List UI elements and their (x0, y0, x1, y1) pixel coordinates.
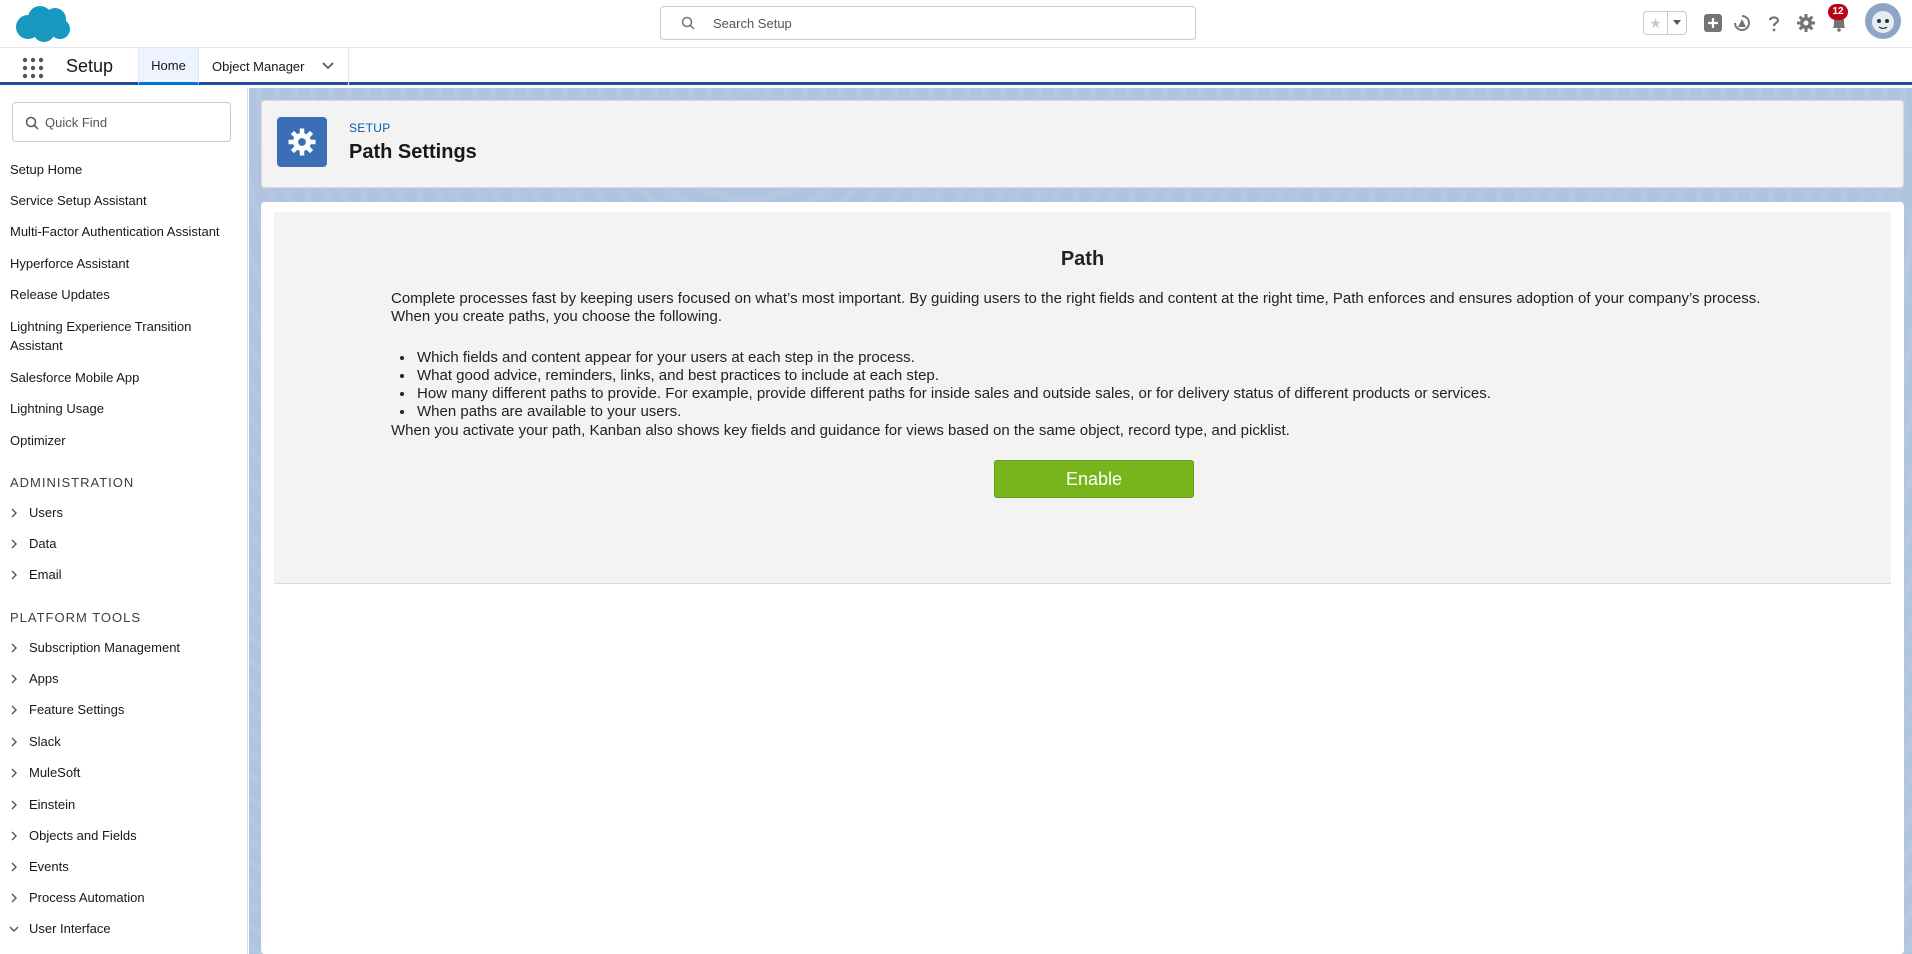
quick-find-box[interactable] (12, 102, 231, 142)
list-item: When paths are available to your users. (415, 403, 1815, 421)
setup-gear-icon (277, 117, 327, 167)
tab-home[interactable]: Home (138, 48, 199, 85)
sidebar-item-label: Einstein (29, 797, 76, 812)
sidebar-item-label: Apps (29, 671, 59, 686)
sidebar-item-feature-settings[interactable]: Feature Settings (8, 702, 124, 717)
sidebar-link-release-updates[interactable]: Release Updates (10, 285, 240, 304)
global-actions-add-icon[interactable] (1702, 12, 1724, 34)
global-header: ★ 12 (0, 0, 1912, 48)
sidebar-item-label: Data (29, 536, 57, 551)
sidebar-item-mulesoft[interactable]: MuleSoft (8, 765, 80, 780)
avatar[interactable] (1865, 3, 1901, 39)
chevron-right-icon[interactable] (8, 892, 20, 904)
sidebar-item-process-automation[interactable]: Process Automation (8, 890, 145, 905)
app-name: Setup (66, 56, 114, 76)
main-content-area: SETUP Path Settings Path Complete proces… (249, 88, 1912, 954)
quick-find-input[interactable] (45, 112, 225, 132)
chevron-right-icon[interactable] (8, 704, 20, 716)
sidebar-item-label: MuleSoft (29, 765, 81, 780)
sidebar-link-salesforce-mobile-app[interactable]: Salesforce Mobile App (10, 368, 240, 387)
path-options-list: Which fields and content appear for your… (415, 349, 1815, 421)
sidebar-link-service-setup-assistant[interactable]: Service Setup Assistant (10, 191, 240, 210)
sidebar-item-subscription-management[interactable]: Subscription Management (8, 640, 180, 655)
app-navigation-bar: Setup Home Object Manager (0, 48, 1912, 85)
sidebar-item-events[interactable]: Events (8, 859, 69, 874)
list-item: Which fields and content appear for your… (415, 349, 1815, 367)
tab-object-manager[interactable]: Object Manager (200, 48, 349, 85)
list-item: What good advice, reminders, links, and … (415, 367, 1815, 385)
sidebar-link-optimizer[interactable]: Optimizer (10, 431, 240, 450)
content-card: Path Complete processes fast by keeping … (261, 202, 1904, 954)
help-icon[interactable] (1763, 12, 1785, 34)
global-search-box[interactable] (660, 6, 1196, 40)
sidebar-item-email[interactable]: Email (8, 567, 62, 582)
chevron-right-icon[interactable] (8, 569, 20, 581)
chevron-right-icon[interactable] (8, 673, 20, 685)
sidebar-section-platform-tools: PLATFORM TOOLS (10, 610, 142, 625)
chevron-down-icon[interactable] (8, 923, 20, 935)
gear-icon[interactable] (1795, 12, 1817, 34)
trailhead-icon[interactable] (1731, 12, 1753, 34)
path-panel: Path Complete processes fast by keeping … (274, 212, 1891, 584)
page-title: Path Settings (349, 141, 477, 163)
sidebar-item-einstein[interactable]: Einstein (8, 797, 75, 812)
path-heading: Path (1060, 248, 1105, 270)
sidebar-item-objects-and-fields[interactable]: Objects and Fields (8, 828, 137, 843)
sidebar-link-setup-home[interactable]: Setup Home (10, 160, 240, 179)
chevron-right-icon[interactable] (8, 767, 20, 779)
chevron-right-icon[interactable] (8, 861, 20, 873)
search-icon (681, 16, 695, 30)
chevron-right-icon[interactable] (8, 642, 20, 654)
sidebar-item-label: Email (29, 567, 62, 582)
sidebar-item-label: Users (29, 505, 63, 520)
global-search-input[interactable] (713, 13, 1173, 33)
chevron-right-icon[interactable] (8, 830, 20, 842)
list-item: How many different paths to provide. For… (415, 385, 1815, 403)
sidebar-section-administration: ADMINISTRATION (10, 475, 135, 490)
chevron-right-icon[interactable] (8, 507, 20, 519)
sidebar-item-label: Slack (29, 734, 61, 749)
sidebar-link-hyperforce-assistant[interactable]: Hyperforce Assistant (10, 254, 240, 273)
sidebar-item-label: Feature Settings (29, 702, 125, 717)
chevron-right-icon[interactable] (8, 799, 20, 811)
sidebar-item-slack[interactable]: Slack (8, 734, 61, 749)
salesforce-cloud-logo[interactable] (12, 3, 74, 45)
path-intro-text: Complete processes fast by keeping users… (391, 290, 1761, 325)
setup-sidebar: Setup Home Service Setup Assistant Multi… (0, 88, 248, 954)
page-header: SETUP Path Settings (261, 100, 1904, 188)
sidebar-link-lightning-usage[interactable]: Lightning Usage (10, 399, 240, 418)
sidebar-item-label: Subscription Management (29, 640, 181, 655)
sidebar-item-label: User Interface (29, 921, 111, 936)
chevron-right-icon[interactable] (8, 538, 20, 550)
page-eyebrow: SETUP (349, 121, 391, 135)
chevron-right-icon[interactable] (8, 736, 20, 748)
tab-object-manager-label: Object Manager (212, 59, 305, 74)
favorites-list-chevron-down-icon[interactable] (1668, 12, 1686, 34)
sidebar-item-data[interactable]: Data (8, 536, 56, 551)
favorites-group: ★ (1643, 11, 1687, 35)
chevron-down-icon[interactable] (322, 62, 334, 70)
path-kanban-note: When you activate your path, Kanban also… (391, 422, 1290, 439)
sidebar-link-lightning-transition-assistant[interactable]: Lightning Experience Transition Assistan… (10, 317, 210, 355)
sidebar-item-label: Events (29, 859, 69, 874)
app-launcher-icon[interactable] (22, 57, 44, 79)
sidebar-item-label: Objects and Fields (29, 828, 137, 843)
sidebar-item-apps[interactable]: Apps (8, 671, 59, 686)
search-icon (25, 116, 39, 130)
sidebar-link-mfa-assistant[interactable]: Multi-Factor Authentication Assistant (10, 222, 240, 241)
sidebar-item-label: Process Automation (29, 890, 145, 905)
sidebar-item-user-interface[interactable]: User Interface (8, 921, 111, 936)
enable-button[interactable]: Enable (994, 460, 1194, 498)
notification-count-badge: 12 (1828, 4, 1848, 20)
sidebar-item-users[interactable]: Users (8, 505, 63, 520)
favorites-star-icon[interactable]: ★ (1644, 12, 1668, 34)
